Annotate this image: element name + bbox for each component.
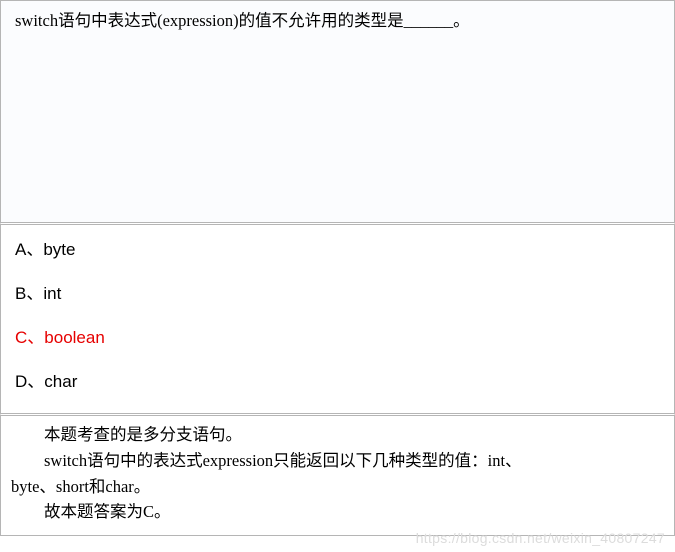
option-d: D、char	[15, 371, 660, 393]
option-d-text: char	[44, 372, 77, 391]
option-b-text: int	[43, 284, 61, 303]
explanation-line-2a: switch语句中的表达式expression只能返回以下几种类型的值：int、	[11, 448, 664, 474]
option-c-text: boolean	[44, 328, 105, 347]
option-d-label: D	[15, 372, 27, 391]
option-b-sep: 、	[26, 284, 43, 303]
options-panel: A、byte B、int C、boolean D、char	[0, 222, 675, 413]
explanation-panel: 本题考查的是多分支语句。 switch语句中的表达式expression只能返回…	[0, 413, 675, 535]
option-a-label: A	[15, 240, 26, 259]
explanation-line-2b: byte、short和char。	[11, 474, 664, 500]
explanation-line-3: 故本题答案为C。	[11, 499, 664, 525]
question-text: switch语句中表达式(expression)的值不允许用的类型是______…	[15, 11, 470, 30]
option-c-sep: 、	[27, 328, 44, 347]
option-a-text: byte	[43, 240, 75, 259]
option-b: B、int	[15, 283, 660, 305]
explanation-line-1: 本题考查的是多分支语句。	[11, 422, 664, 448]
option-a-sep: 、	[26, 240, 43, 259]
option-a: A、byte	[15, 239, 660, 261]
option-d-sep: 、	[27, 372, 44, 391]
question-panel: switch语句中表达式(expression)的值不允许用的类型是______…	[0, 0, 675, 222]
option-c: C、boolean	[15, 327, 660, 349]
option-b-label: B	[15, 284, 26, 303]
option-c-label: C	[15, 328, 27, 347]
